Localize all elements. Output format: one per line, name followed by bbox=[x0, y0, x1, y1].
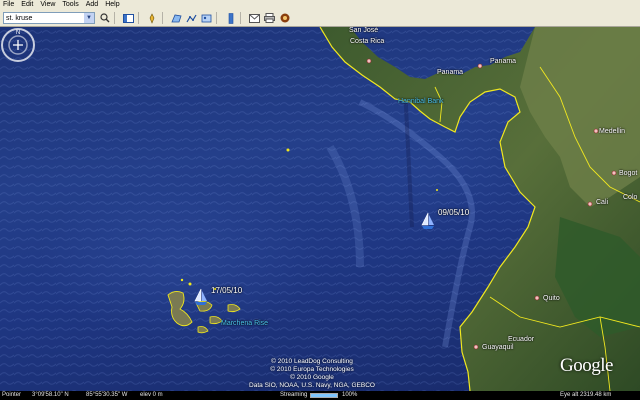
earth-viewport[interactable]: N 09/05/10 17/05/10 San José Costa Rica … bbox=[0, 27, 640, 391]
status-bar: Pointer 3°09'58.10" N 85°55'30.35" W ele… bbox=[0, 391, 640, 400]
chevron-down-icon[interactable]: ▼ bbox=[84, 13, 94, 23]
copyright-line: © 2010 Europa Technologies bbox=[270, 366, 354, 373]
add-placemark-button[interactable] bbox=[147, 12, 158, 25]
copyright-notice: © 2010 LeadDog Consulting © 2010 Europa … bbox=[0, 358, 640, 390]
record-tour-button[interactable] bbox=[225, 12, 236, 25]
menu-view[interactable]: View bbox=[40, 0, 55, 10]
add-polygon-button[interactable] bbox=[171, 12, 182, 25]
menu-file[interactable]: File bbox=[3, 0, 14, 10]
menu-bar: File Edit View Tools Add Help bbox=[0, 0, 640, 10]
search-input[interactable]: st. kruse ▼ bbox=[3, 12, 95, 24]
google-logo: Google bbox=[560, 355, 613, 376]
printer-icon bbox=[264, 13, 275, 23]
search-button[interactable] bbox=[99, 12, 110, 25]
ruler-icon bbox=[228, 12, 233, 24]
copyright-line: © 2010 LeadDog Consulting bbox=[271, 358, 353, 365]
add-path-button[interactable] bbox=[186, 12, 197, 25]
toolbar-divider bbox=[240, 12, 241, 24]
menu-tools[interactable]: Tools bbox=[62, 0, 78, 10]
streaming-percent: 100% bbox=[342, 392, 358, 398]
pointer-latitude: 3°09'58.10" N bbox=[32, 392, 69, 398]
eye-altitude: Eye alt 2319.48 km bbox=[560, 392, 612, 398]
menu-edit[interactable]: Edit bbox=[21, 0, 33, 10]
image-overlay-icon bbox=[201, 14, 212, 22]
email-button[interactable] bbox=[249, 12, 260, 25]
pointer-label: Pointer bbox=[2, 392, 22, 398]
toolbar-divider bbox=[138, 12, 139, 24]
sidebar-icon bbox=[123, 13, 134, 23]
pointer-longitude: 85°55'30.35" W bbox=[86, 392, 128, 398]
toolbar-divider bbox=[114, 12, 115, 24]
toolbar-divider bbox=[162, 12, 163, 24]
search-icon bbox=[99, 13, 109, 23]
elevation: elev 0 m bbox=[140, 392, 163, 398]
placemark-icon bbox=[149, 12, 155, 24]
copyright-line: © 2010 Google bbox=[290, 374, 334, 381]
menu-help[interactable]: Help bbox=[105, 0, 119, 10]
google-maps-icon bbox=[280, 13, 289, 23]
envelope-icon bbox=[249, 13, 260, 23]
streaming-label: Streaming bbox=[280, 392, 308, 398]
sidebar-toggle-button[interactable] bbox=[123, 12, 134, 25]
city-markers bbox=[366, 58, 617, 350]
print-button[interactable] bbox=[264, 12, 275, 25]
copyright-line: Data SIO, NOAA, U.S. Navy, NGA, GEBCO bbox=[249, 382, 375, 389]
search-value: st. kruse bbox=[6, 14, 33, 22]
menu-add[interactable]: Add bbox=[86, 0, 98, 10]
polygon-icon bbox=[171, 14, 182, 22]
streaming-progress-fill bbox=[311, 394, 337, 397]
toolbar: st. kruse ▼ bbox=[0, 10, 640, 27]
path-icon bbox=[186, 14, 197, 22]
toolbar-divider bbox=[216, 12, 217, 24]
streaming-progress bbox=[310, 393, 338, 398]
add-overlay-button[interactable] bbox=[201, 12, 212, 25]
view-in-maps-button[interactable] bbox=[279, 12, 290, 25]
